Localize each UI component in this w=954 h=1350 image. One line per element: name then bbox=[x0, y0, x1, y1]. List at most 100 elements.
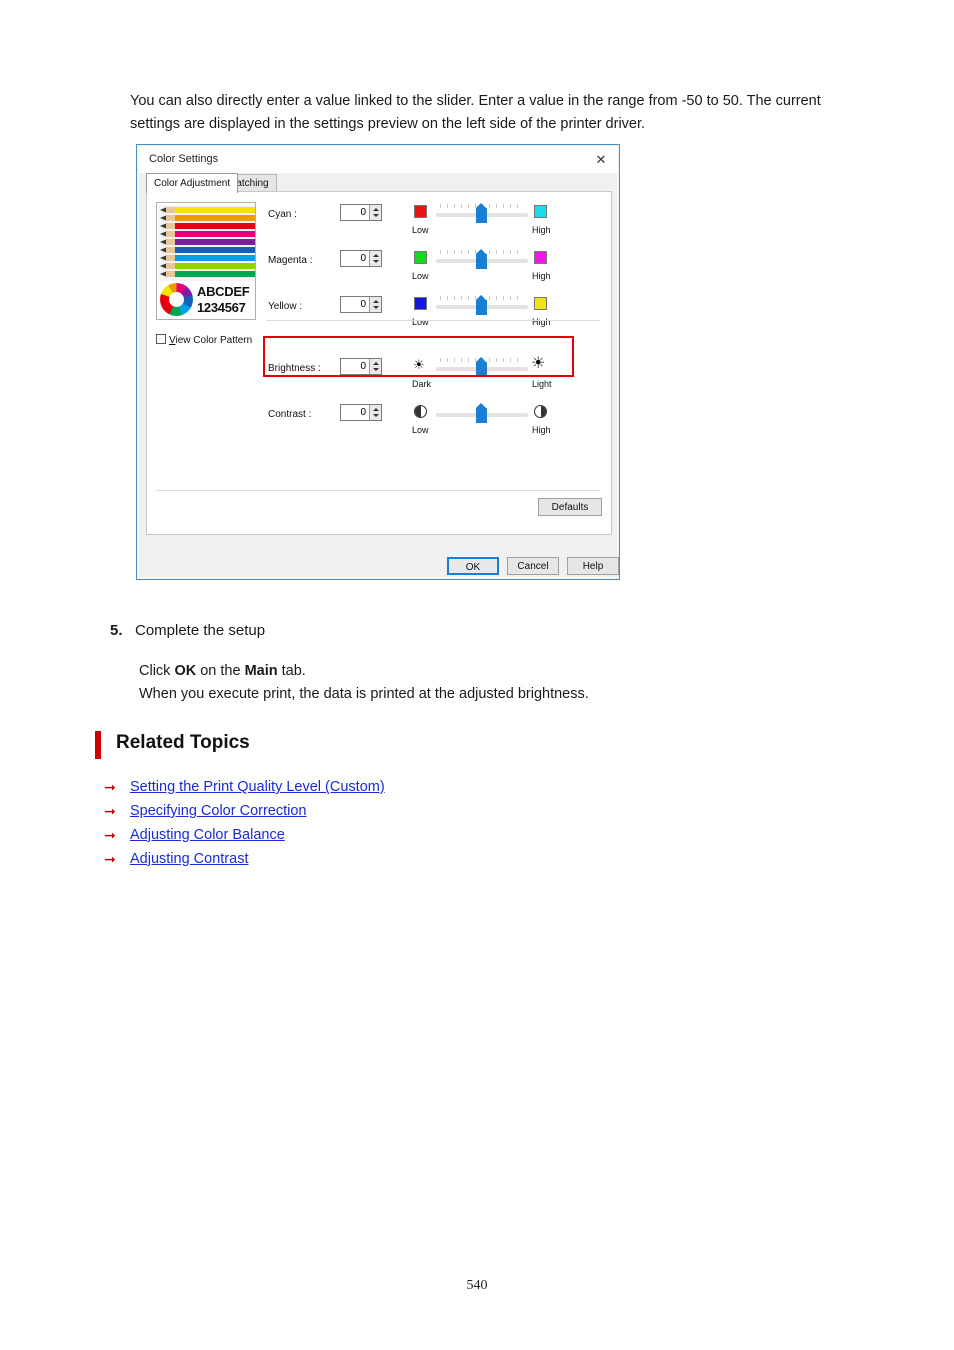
slider-thumb-yellow[interactable] bbox=[476, 295, 487, 315]
checkbox-box[interactable] bbox=[156, 334, 166, 344]
list-item[interactable]: ➞ Adjusting Contrast bbox=[104, 847, 704, 871]
swatch-yellow-low bbox=[414, 297, 427, 310]
spinner-value-magenta[interactable]: 0 bbox=[341, 251, 369, 266]
label-magenta: Magenta : bbox=[268, 255, 313, 266]
spinner-contrast[interactable]: 0 bbox=[340, 404, 382, 421]
cancel-button[interactable]: Cancel bbox=[507, 557, 559, 575]
step-body-line1: Click OK on the Main tab. bbox=[139, 660, 810, 683]
tab-color-adjustment[interactable]: Color Adjustment bbox=[146, 173, 239, 193]
spinner-down-icon[interactable] bbox=[373, 214, 379, 217]
help-button[interactable]: Help bbox=[567, 557, 619, 575]
tab-text: tab. bbox=[277, 663, 306, 679]
sun-small-icon: ☀ bbox=[413, 357, 425, 372]
endlabel-magenta-high: High bbox=[532, 271, 551, 281]
arrow-right-icon: ➞ bbox=[104, 779, 116, 795]
swatch-yellow-high bbox=[534, 297, 547, 310]
slider-thumb-contrast[interactable] bbox=[476, 403, 487, 423]
arrow-right-icon: ➞ bbox=[104, 851, 116, 867]
spinner-brightness[interactable]: 0 bbox=[340, 358, 382, 375]
label-cyan: Cyan : bbox=[268, 209, 297, 220]
spinner-up-icon[interactable] bbox=[373, 362, 379, 365]
link-adjusting-contrast[interactable]: Adjusting Contrast bbox=[130, 847, 248, 871]
spinner-up-icon[interactable] bbox=[373, 408, 379, 411]
section-accent-bar bbox=[95, 731, 101, 759]
swatch-cyan-high bbox=[534, 205, 547, 218]
link-specifying-color-correction[interactable]: Specifying Color Correction bbox=[130, 799, 307, 823]
list-item[interactable]: ➞ Adjusting Color Balance bbox=[104, 823, 704, 847]
spinner-value-yellow[interactable]: 0 bbox=[341, 297, 369, 312]
ok-emphasis: OK bbox=[174, 663, 197, 679]
intro-paragraph: You can also directly enter a value link… bbox=[130, 93, 821, 132]
slider-thumb-brightness[interactable] bbox=[476, 357, 487, 377]
arrow-right-icon: ➞ bbox=[104, 803, 116, 819]
spinner-value-contrast[interactable]: 0 bbox=[341, 405, 369, 420]
link-adjusting-color-balance[interactable]: Adjusting Color Balance bbox=[130, 823, 285, 847]
spinner-cyan[interactable]: 0 bbox=[340, 204, 382, 221]
step-number: 5. bbox=[110, 622, 123, 639]
rows-divider bbox=[266, 320, 600, 321]
spinner-up-icon[interactable] bbox=[373, 254, 379, 257]
endlabel-contrast-high: High bbox=[532, 425, 551, 435]
slider-cyan[interactable] bbox=[436, 203, 528, 226]
row-brightness: Brightness : 0 ☀ Dark ☀ Light bbox=[266, 354, 604, 400]
swatch-magenta-high bbox=[534, 251, 547, 264]
slider-brightness[interactable] bbox=[436, 357, 528, 380]
adjustment-rows: Cyan : 0 Low High Magenta: 0 Low High Y… bbox=[266, 200, 604, 446]
preview-sample-text-digits: 1234567 bbox=[197, 300, 246, 315]
step-heading-row: 5. Complete the setup bbox=[110, 622, 810, 639]
list-item[interactable]: ➞ Specifying Color Correction bbox=[104, 799, 704, 823]
list-item[interactable]: ➞ Setting the Print Quality Level (Custo… bbox=[104, 775, 704, 799]
row-cyan: Cyan : 0 Low High bbox=[266, 200, 604, 246]
ok-button[interactable]: OK bbox=[447, 557, 499, 575]
preview-sample-text-letters: ABCDEF bbox=[197, 284, 250, 299]
step-heading: Complete the setup bbox=[135, 622, 266, 639]
spinner-down-icon[interactable] bbox=[373, 368, 379, 371]
link-setting-print-quality-level[interactable]: Setting the Print Quality Level (Custom) bbox=[130, 775, 385, 799]
spinner-value-brightness[interactable]: 0 bbox=[341, 359, 369, 374]
slider-contrast[interactable] bbox=[436, 403, 528, 426]
spinner-up-icon[interactable] bbox=[373, 300, 379, 303]
endlabel-yellow-low: Low bbox=[412, 317, 429, 327]
slider-thumb-magenta[interactable] bbox=[476, 249, 487, 269]
related-topics-list: ➞ Setting the Print Quality Level (Custo… bbox=[104, 775, 704, 871]
spinner-up-icon[interactable] bbox=[373, 208, 379, 211]
color-settings-dialog: Color Settings ✕ Color Adjustment Matchi… bbox=[136, 144, 620, 580]
slider-thumb-cyan[interactable] bbox=[476, 203, 487, 223]
step-body-line2: When you execute print, the data is prin… bbox=[139, 686, 589, 702]
row-contrast: Contrast : 0 Low High bbox=[266, 400, 604, 446]
slider-magenta[interactable] bbox=[436, 249, 528, 272]
spinner-value-cyan[interactable]: 0 bbox=[341, 205, 369, 220]
spinner-down-icon[interactable] bbox=[373, 306, 379, 309]
endlabel-magenta-low: Low bbox=[412, 271, 429, 281]
spinner-yellow[interactable]: 0 bbox=[340, 296, 382, 313]
spinner-buttons-magenta[interactable] bbox=[369, 251, 381, 266]
slider-yellow[interactable] bbox=[436, 295, 528, 318]
contrast-low-icon bbox=[414, 405, 427, 418]
view-color-pattern-label: iew Color Pattern bbox=[175, 335, 253, 346]
label-contrast: Contrast : bbox=[268, 409, 312, 420]
close-icon[interactable]: ✕ bbox=[591, 151, 611, 169]
main-tab-emphasis: Main bbox=[244, 663, 278, 679]
spinner-magenta[interactable]: 0 bbox=[340, 250, 382, 267]
settings-preview: ABCDEF 1234567 bbox=[156, 202, 256, 320]
label-yellow: Yellow : bbox=[268, 301, 303, 312]
spinner-buttons-cyan[interactable] bbox=[369, 205, 381, 220]
spinner-down-icon[interactable] bbox=[373, 414, 379, 417]
sun-large-icon: ☀ bbox=[531, 355, 546, 372]
color-adjustment-panel: ABCDEF 1234567 View Color Pattern Cyan :… bbox=[146, 191, 612, 535]
colored-pencils-image bbox=[159, 205, 255, 281]
spinner-buttons-contrast[interactable] bbox=[369, 405, 381, 420]
on-the-text: on the bbox=[196, 663, 245, 679]
defaults-button[interactable]: Defaults bbox=[538, 498, 602, 516]
related-topics-title: Related Topics bbox=[116, 732, 250, 753]
label-brightness: Brightness : bbox=[268, 363, 321, 374]
row-magenta: Magenta : 0 Low High bbox=[266, 246, 604, 292]
spinner-buttons-yellow[interactable] bbox=[369, 297, 381, 312]
spinner-down-icon[interactable] bbox=[373, 260, 379, 263]
spinner-buttons-brightness[interactable] bbox=[369, 359, 381, 374]
arrow-right-icon: ➞ bbox=[104, 827, 116, 843]
view-color-pattern-checkbox[interactable]: View Color Pattern bbox=[156, 334, 252, 346]
endlabel-cyan-high: High bbox=[532, 225, 551, 235]
endlabel-brightness-dark: Dark bbox=[412, 379, 432, 389]
endlabel-cyan-low: Low bbox=[412, 225, 429, 235]
